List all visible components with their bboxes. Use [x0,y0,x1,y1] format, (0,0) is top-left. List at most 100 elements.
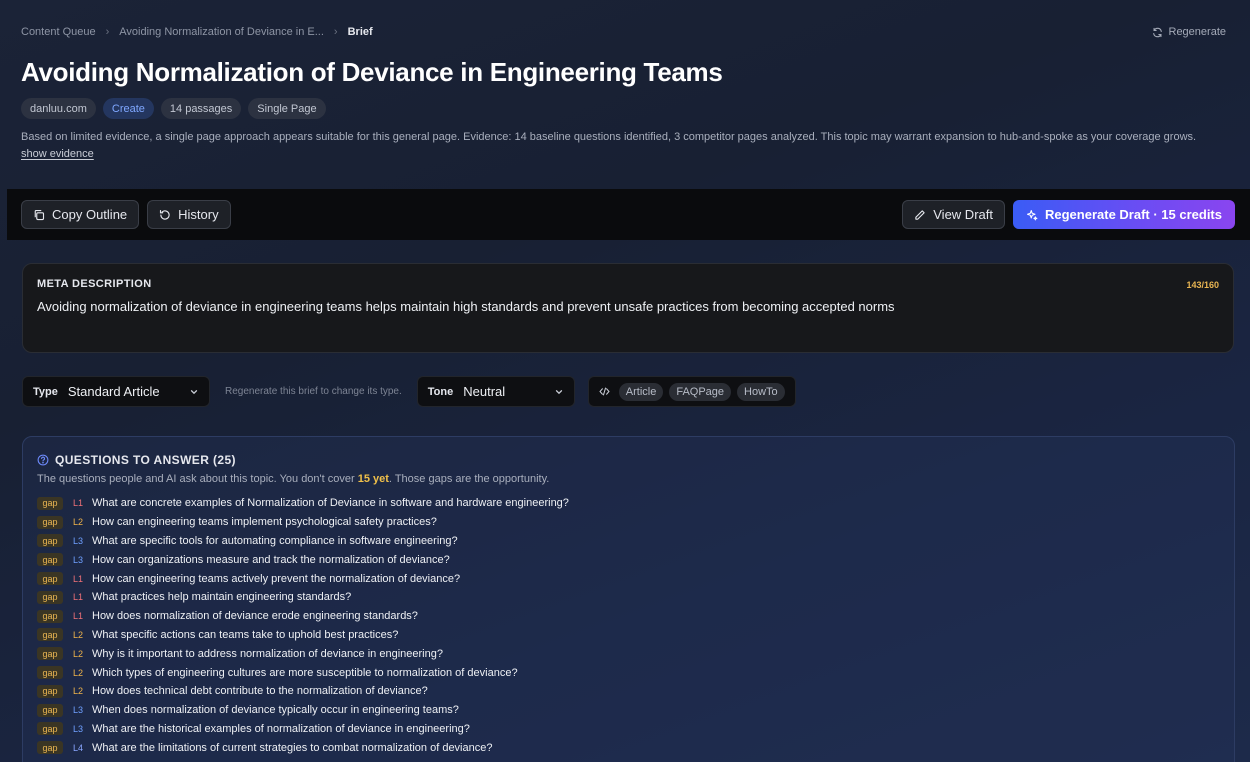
questions-title: QUESTIONS TO ANSWER (25) [55,453,236,467]
page-title: Avoiding Normalization of Deviance in En… [21,57,723,87]
chevron-down-icon [190,389,198,394]
questions-subtitle-end: . Those gaps are the opportunity. [388,473,550,485]
character-count: 143/160 [1186,280,1219,290]
tag-domain: danluu.com [21,98,96,119]
question-text: When does normalization of deviance typi… [92,704,459,717]
gap-badge: gap [37,722,63,736]
question-row[interactable]: gap L3 When does normalization of deviance… [37,701,1220,720]
question-row[interactable]: gap L4 What are the limitations of current… [37,738,1220,757]
copy-icon [34,209,45,220]
question-text: What specific actions can teams take to … [92,628,399,641]
tone-label: Tone [427,385,454,398]
question-row[interactable]: gap L2 How does technical debt contribute … [37,682,1220,701]
level-badge: L1 [73,611,84,622]
code-icon [599,387,610,396]
refresh-icon [1152,27,1162,37]
type-select[interactable]: Type Standard Article [22,376,210,407]
question-row[interactable]: gap L2 Which types of engineering cultures… [37,663,1220,682]
gap-badge: gap [37,515,63,529]
question-row[interactable]: gap L3 What are specific tools for automat… [37,532,1220,551]
breadcrumb-current: Brief [347,26,373,38]
gap-badge: gap [37,590,63,604]
breadcrumb-separator: › [333,26,338,38]
questions-header: QUESTIONS TO ANSWER (25) [37,453,1220,467]
pencil-icon [915,209,925,220]
chevron-down-icon [555,389,562,394]
action-toolbar: Copy Outline History View Draft Regenera… [7,189,1250,240]
question-row[interactable]: gap L1 What are concrete examples of Norma… [37,494,1220,513]
question-text: What practices help maintain engineering… [92,591,352,604]
level-badge: L2 [73,517,84,528]
meta-description-text[interactable]: Avoiding normalization of deviance in en… [37,299,1219,314]
sparkle-icon [1026,209,1038,220]
question-text: Which types of engineering cultures are … [92,666,518,679]
question-text: How can engineering teams actively preve… [92,572,461,585]
question-text: How can organizations measure and track … [92,553,450,566]
tone-value: Neutral [463,384,506,399]
question-text: What are the limitations of current stra… [92,741,493,754]
tone-select[interactable]: Tone Neutral [416,376,575,407]
schema-chip-article[interactable]: Article [618,382,664,401]
top-bar: Content Queue › Avoiding Normalization o… [21,25,1226,39]
schema-chip-faqpage[interactable]: FAQPage [669,382,732,401]
type-value: Standard Article [67,384,160,399]
question-row[interactable]: gap L2 Why is it important to address norm… [37,644,1220,663]
gap-badge: gap [37,496,63,510]
gap-badge: gap [37,628,63,642]
tag-list: danluu.com Create 14 passages Single Pag… [21,98,326,119]
question-row[interactable]: gap L2 How can engineering teams implement… [37,513,1220,532]
gap-badge: gap [37,666,63,680]
gap-badge: gap [37,647,63,661]
question-row[interactable]: gap L1 How can engineering teams actively … [37,569,1220,588]
view-draft-label: View Draft [933,207,993,222]
level-badge: L1 [73,573,84,584]
evidence-summary: Based on limited evidence, a single page… [21,129,1231,163]
question-text: What are concrete examples of Normalizat… [92,497,569,510]
questions-subtitle-start: The questions people and AI ask about th… [37,473,358,485]
regenerate-draft-button[interactable]: Regenerate Draft · 15 credits [1012,200,1235,229]
uncovered-count: 15 yet [357,473,389,485]
question-row[interactable]: gap L2 What specific actions can teams tak… [37,626,1220,645]
type-label: Type [33,385,58,398]
level-badge: L2 [73,648,84,659]
meta-description-card: META DESCRIPTION 143/160 Avoiding normal… [22,263,1234,353]
question-row[interactable]: gap L1 How does normalization of deviance … [37,607,1220,626]
gap-badge: gap [37,684,63,698]
show-evidence-link[interactable]: show evidence [21,146,94,163]
questions-subtitle: The questions people and AI ask about th… [37,473,1220,485]
tag-passages: 14 passages [160,98,242,119]
regenerate-label: Regenerate [1168,26,1227,38]
tag-structure: Single Page [248,98,326,119]
breadcrumb-item-content-queue[interactable]: Content Queue [21,26,96,38]
view-draft-button[interactable]: View Draft [902,200,1005,229]
schema-chip-howto[interactable]: HowTo [737,382,785,401]
regenerate-button[interactable]: Regenerate [1152,26,1227,38]
level-badge: L4 [73,742,84,753]
copy-outline-button[interactable]: Copy Outline [21,200,140,229]
history-button[interactable]: History [147,200,231,229]
question-text: What are specific tools for automating c… [92,534,458,547]
level-badge: L3 [73,535,84,546]
schema-types: Article FAQPage HowTo [587,376,796,407]
evidence-text: Based on limited evidence, a single page… [21,131,1197,143]
level-badge: L3 [73,705,84,716]
regenerate-draft-label: Regenerate Draft · 15 credits [1044,207,1222,222]
history-label: History [178,207,219,222]
question-row[interactable]: gap L3 How can organizations measure and t… [37,550,1220,569]
level-badge: L2 [73,667,84,678]
breadcrumb-item-article[interactable]: Avoiding Normalization of Deviance in E.… [119,26,324,38]
question-row[interactable]: gap L3 What are the historical examples of… [37,720,1220,739]
level-badge: L3 [73,723,84,734]
breadcrumb: Content Queue › Avoiding Normalization o… [21,26,373,38]
question-text: How can engineering teams implement psyc… [92,516,437,529]
question-icon [37,454,49,466]
question-text: Why is it important to address normaliza… [92,647,443,660]
gap-badge: gap [37,534,63,548]
history-icon [160,209,170,220]
level-badge: L1 [73,592,84,603]
breadcrumb-separator: › [105,26,110,38]
question-row[interactable]: gap L1 What practices help maintain engine… [37,588,1220,607]
gap-badge: gap [37,741,63,755]
level-badge: L2 [73,629,84,640]
gap-badge: gap [37,609,63,623]
